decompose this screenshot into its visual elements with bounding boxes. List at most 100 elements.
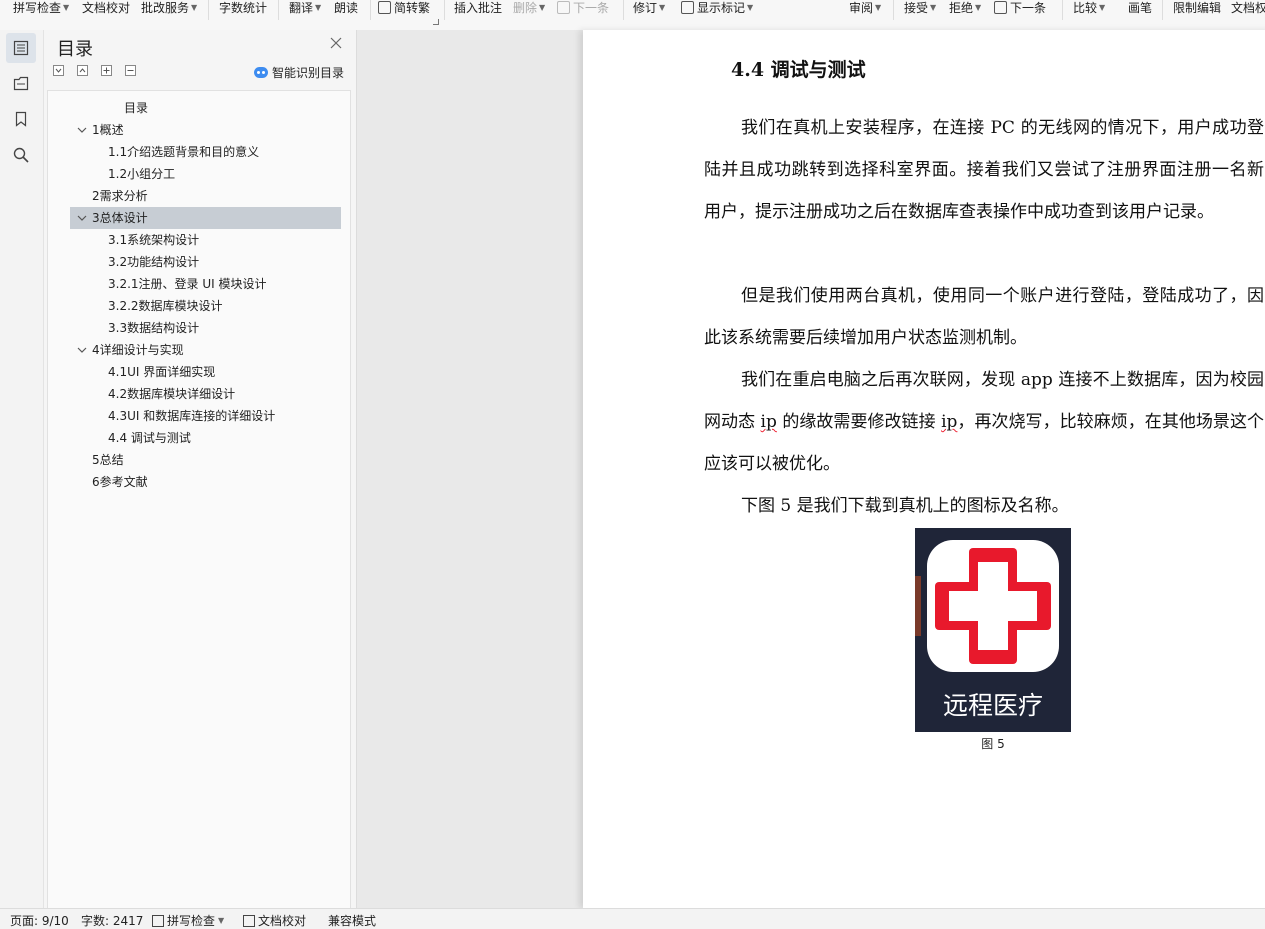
toc-item-4-1[interactable]: 4.1UI 界面详细实现 [108,361,215,383]
close-icon[interactable] [328,35,344,51]
next-change-button[interactable]: 下一条 [994,0,1046,16]
toc-item-3-3[interactable]: 3.3数据结构设计 [108,317,199,339]
toc-item-3-2-1[interactable]: 3.2.1注册、登录 UI 模块设计 [108,273,267,295]
toc-item-3-2-2[interactable]: 3.2.2数据库模块设计 [108,295,223,317]
section-heading: 4.4 调试与测试 [731,59,866,81]
toc-item-title[interactable]: 目录 [124,97,148,119]
toc-panel: 目录 智能识别目录 目录 1概述 1.1介绍选题背景和目的意义 1.2小组分工 … [44,30,357,910]
toc-nav-button[interactable] [6,33,36,63]
pen-button[interactable]: 画笔 [1128,0,1152,16]
word-count-button[interactable]: 字数统计 [219,0,267,16]
correction-service-button[interactable]: 批改服务 ▼ [141,0,197,16]
review-button[interactable]: 审阅 ▼ [849,0,881,16]
chevron-down-icon: ▼ [218,916,225,925]
compare-button[interactable]: 比较 ▼ [1073,0,1105,16]
chevron-down-icon: ▼ [975,3,982,12]
remove-heading-icon[interactable] [125,65,136,76]
restrict-editing-button[interactable]: 限制编辑 [1173,0,1221,16]
next-icon [557,1,570,14]
toolbar-divider [1162,0,1163,20]
group-launcher-icon[interactable] [433,19,439,25]
figure-caption: 图 5 [981,737,1005,751]
toolbar-divider [1062,0,1063,20]
toc-item-1-1[interactable]: 1.1介绍选题背景和目的意义 [108,141,259,163]
toolbar-divider [893,0,894,20]
delete-comment-button[interactable]: 删除 ▼ [513,0,545,16]
chevron-down-icon: ▼ [539,3,546,12]
toolbar-divider [208,0,209,20]
panel-title: 目录 [57,39,93,60]
toolbar-divider [370,0,371,20]
insert-comment-button[interactable]: 插入批注 [454,0,502,16]
paragraph-3: 我们在重启电脑之后再次联网，发现 app 连接不上数据库，因为校园网动态 ip … [704,370,1265,474]
smart-toc-button[interactable]: 智能识别目录 [254,64,344,81]
read-aloud-button[interactable]: 朗读 [334,0,358,16]
search-nav-button[interactable] [6,140,36,170]
app-icon-figure[interactable]: 远程医疗 [915,528,1071,732]
toc-item-6[interactable]: 6参考文献 [92,471,148,493]
spell-error: ip [760,412,777,432]
bookmark-icon [15,111,27,127]
toc-item-label: 3总体设计 [92,211,148,225]
chevron-down-icon: ▼ [315,3,322,12]
simplified-to-traditional-button[interactable]: 简转繁 [378,0,430,16]
chevron-down-icon: ▼ [659,3,666,12]
toolbar-divider [623,0,624,20]
chevron-down-icon: ▼ [747,3,754,12]
toc-item-1-2[interactable]: 1.2小组分工 [108,163,175,185]
medical-cross-icon: 远程医疗 [915,528,1071,732]
toc-item-1[interactable]: 1概述 [92,119,124,141]
chevron-down-icon: ▼ [1099,3,1106,12]
toc-item-4[interactable]: 4详细设计与实现 [92,339,184,361]
toc-item-4-4[interactable]: 4.4 调试与测试 [108,427,191,449]
accept-button[interactable]: 接受 ▼ [904,0,936,16]
navigation-rail [0,30,44,908]
document-page[interactable]: 4.4 调试与测试 我们在真机上安装程序，在连接 PC 的无线网的情况下，用户成… [583,30,1265,908]
toolbar-divider [444,0,445,20]
show-markup-button[interactable]: 显示标记 ▼ [681,0,753,16]
reject-button[interactable]: 拒绝 ▼ [949,0,981,16]
chevron-down-icon[interactable] [76,119,88,141]
search-icon [13,147,29,163]
track-changes-button[interactable]: 修订 ▼ [633,0,665,16]
toolbar-divider [278,0,279,20]
next-comment-button[interactable]: 下一条 [557,0,609,16]
paragraph-1: 我们在真机上安装程序，在连接 PC 的无线网的情况下，用户成功登陆并且成功跳转到… [704,118,1264,222]
chevron-down-icon: ▼ [875,3,882,12]
bookmark-nav-button[interactable] [6,104,36,134]
doc-permission-button[interactable]: 文档权 [1231,0,1265,16]
doc-proofread-button[interactable]: 文档校对 [82,0,130,16]
toc-item-3-1[interactable]: 3.1系统架构设计 [108,229,199,251]
toc-icon [13,40,29,56]
expand-all-icon[interactable] [53,65,64,76]
chevron-down-icon[interactable] [76,339,88,361]
figure-label: 远程医疗 [943,691,1043,720]
toc-item-3-2[interactable]: 3.2功能结构设计 [108,251,199,273]
toc-item-3-selected[interactable]: 3总体设计 [70,207,341,229]
smart-bot-icon [254,67,268,78]
chevron-down-icon[interactable] [76,207,88,229]
next-icon [994,1,1007,14]
collapse-all-icon[interactable] [77,65,88,76]
paragraph-2: 但是我们使用两台真机，使用同一个账户进行登陆，登陆成功了，因此该系统需要后续增加… [704,286,1264,348]
chevron-down-icon: ▼ [63,3,70,12]
spell-error: ip [941,412,958,432]
chevron-down-icon: ▼ [191,3,198,12]
chevron-down-icon: ▼ [930,3,937,12]
proofread-icon [243,915,255,927]
chapter-nav-button[interactable] [6,68,36,98]
status-bar: 页面: 9/10 字数: 2417 拼写检查 ▼ 文档校对 兼容模式 [0,908,1265,928]
translate-button[interactable]: 翻译 ▼ [289,0,321,16]
markup-icon [681,1,694,14]
add-heading-icon[interactable] [101,65,112,76]
spell-check-button[interactable]: 拼写检查 ▼ [13,0,69,16]
toc-item-2[interactable]: 2需求分析 [92,185,148,207]
toc-item-5[interactable]: 5总结 [92,449,124,471]
chapter-icon [13,76,29,91]
paragraph-4: 下图 5 是我们下载到真机上的图标及名称。 [741,496,1069,516]
toc-list: 目录 1概述 1.1介绍选题背景和目的意义 1.2小组分工 2需求分析 3总体设… [47,90,351,910]
convert-icon [378,1,391,14]
toc-item-4-2[interactable]: 4.2数据库模块详细设计 [108,383,235,405]
toc-item-4-3[interactable]: 4.3UI 和数据库连接的详细设计 [108,405,275,427]
check-icon [152,915,164,927]
